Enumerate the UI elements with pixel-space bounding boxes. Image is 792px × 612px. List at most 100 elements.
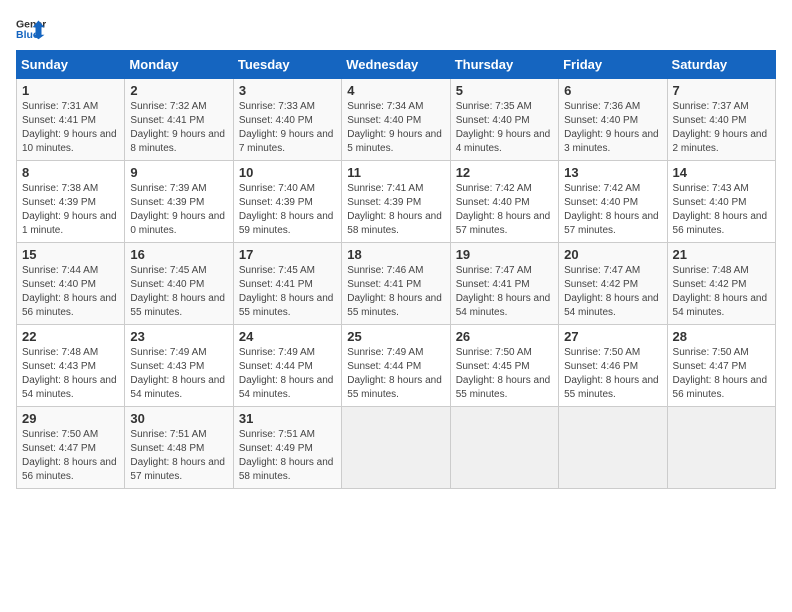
calendar-cell: 22 Sunrise: 7:48 AM Sunset: 4:43 PM Dayl… xyxy=(17,325,125,407)
day-number: 16 xyxy=(130,247,227,262)
calendar-cell xyxy=(667,407,775,489)
calendar-cell: 9 Sunrise: 7:39 AM Sunset: 4:39 PM Dayli… xyxy=(125,161,233,243)
calendar-cell: 2 Sunrise: 7:32 AM Sunset: 4:41 PM Dayli… xyxy=(125,79,233,161)
day-detail: Sunrise: 7:42 AM Sunset: 4:40 PM Dayligh… xyxy=(456,182,553,238)
day-number: 1 xyxy=(22,83,119,98)
calendar-cell: 4 Sunrise: 7:34 AM Sunset: 4:40 PM Dayli… xyxy=(342,79,450,161)
day-detail: Sunrise: 7:46 AM Sunset: 4:41 PM Dayligh… xyxy=(347,264,444,320)
day-detail: Sunrise: 7:40 AM Sunset: 4:39 PM Dayligh… xyxy=(239,182,336,238)
calendar-cell: 17 Sunrise: 7:45 AM Sunset: 4:41 PM Dayl… xyxy=(233,243,341,325)
calendar-cell: 26 Sunrise: 7:50 AM Sunset: 4:45 PM Dayl… xyxy=(450,325,558,407)
day-detail: Sunrise: 7:50 AM Sunset: 4:47 PM Dayligh… xyxy=(22,428,119,484)
day-number: 21 xyxy=(673,247,770,262)
day-detail: Sunrise: 7:31 AM Sunset: 4:41 PM Dayligh… xyxy=(22,100,119,156)
calendar-cell: 19 Sunrise: 7:47 AM Sunset: 4:41 PM Dayl… xyxy=(450,243,558,325)
calendar-cell: 18 Sunrise: 7:46 AM Sunset: 4:41 PM Dayl… xyxy=(342,243,450,325)
day-number: 23 xyxy=(130,329,227,344)
day-detail: Sunrise: 7:47 AM Sunset: 4:41 PM Dayligh… xyxy=(456,264,553,320)
week-row-1: 1 Sunrise: 7:31 AM Sunset: 4:41 PM Dayli… xyxy=(17,79,776,161)
header-tuesday: Tuesday xyxy=(233,51,341,79)
day-number: 3 xyxy=(239,83,336,98)
day-detail: Sunrise: 7:33 AM Sunset: 4:40 PM Dayligh… xyxy=(239,100,336,156)
logo: General Blue xyxy=(16,16,46,40)
header-sunday: Sunday xyxy=(17,51,125,79)
header-thursday: Thursday xyxy=(450,51,558,79)
header-saturday: Saturday xyxy=(667,51,775,79)
day-number: 7 xyxy=(673,83,770,98)
calendar-cell xyxy=(450,407,558,489)
day-number: 26 xyxy=(456,329,553,344)
day-detail: Sunrise: 7:34 AM Sunset: 4:40 PM Dayligh… xyxy=(347,100,444,156)
day-detail: Sunrise: 7:39 AM Sunset: 4:39 PM Dayligh… xyxy=(130,182,227,238)
day-number: 31 xyxy=(239,411,336,426)
day-detail: Sunrise: 7:48 AM Sunset: 4:43 PM Dayligh… xyxy=(22,346,119,402)
weekday-header-row: SundayMondayTuesdayWednesdayThursdayFrid… xyxy=(17,51,776,79)
calendar-cell: 15 Sunrise: 7:44 AM Sunset: 4:40 PM Dayl… xyxy=(17,243,125,325)
day-detail: Sunrise: 7:41 AM Sunset: 4:39 PM Dayligh… xyxy=(347,182,444,238)
day-number: 15 xyxy=(22,247,119,262)
day-detail: Sunrise: 7:32 AM Sunset: 4:41 PM Dayligh… xyxy=(130,100,227,156)
header-wednesday: Wednesday xyxy=(342,51,450,79)
calendar-cell: 23 Sunrise: 7:49 AM Sunset: 4:43 PM Dayl… xyxy=(125,325,233,407)
calendar-table: SundayMondayTuesdayWednesdayThursdayFrid… xyxy=(16,50,776,489)
week-row-5: 29 Sunrise: 7:50 AM Sunset: 4:47 PM Dayl… xyxy=(17,407,776,489)
day-number: 17 xyxy=(239,247,336,262)
calendar-cell: 13 Sunrise: 7:42 AM Sunset: 4:40 PM Dayl… xyxy=(559,161,667,243)
day-detail: Sunrise: 7:49 AM Sunset: 4:44 PM Dayligh… xyxy=(239,346,336,402)
day-number: 30 xyxy=(130,411,227,426)
day-detail: Sunrise: 7:45 AM Sunset: 4:41 PM Dayligh… xyxy=(239,264,336,320)
day-number: 14 xyxy=(673,165,770,180)
calendar-cell: 6 Sunrise: 7:36 AM Sunset: 4:40 PM Dayli… xyxy=(559,79,667,161)
calendar-cell: 7 Sunrise: 7:37 AM Sunset: 4:40 PM Dayli… xyxy=(667,79,775,161)
week-row-4: 22 Sunrise: 7:48 AM Sunset: 4:43 PM Dayl… xyxy=(17,325,776,407)
day-number: 13 xyxy=(564,165,661,180)
day-number: 12 xyxy=(456,165,553,180)
day-detail: Sunrise: 7:48 AM Sunset: 4:42 PM Dayligh… xyxy=(673,264,770,320)
svg-text:Blue: Blue xyxy=(16,29,39,40)
calendar-cell: 28 Sunrise: 7:50 AM Sunset: 4:47 PM Dayl… xyxy=(667,325,775,407)
day-detail: Sunrise: 7:50 AM Sunset: 4:47 PM Dayligh… xyxy=(673,346,770,402)
day-number: 6 xyxy=(564,83,661,98)
calendar-cell: 10 Sunrise: 7:40 AM Sunset: 4:39 PM Dayl… xyxy=(233,161,341,243)
day-number: 8 xyxy=(22,165,119,180)
day-number: 4 xyxy=(347,83,444,98)
header: General Blue xyxy=(16,16,776,40)
day-number: 19 xyxy=(456,247,553,262)
day-detail: Sunrise: 7:49 AM Sunset: 4:43 PM Dayligh… xyxy=(130,346,227,402)
day-detail: Sunrise: 7:47 AM Sunset: 4:42 PM Dayligh… xyxy=(564,264,661,320)
day-detail: Sunrise: 7:49 AM Sunset: 4:44 PM Dayligh… xyxy=(347,346,444,402)
calendar-cell: 25 Sunrise: 7:49 AM Sunset: 4:44 PM Dayl… xyxy=(342,325,450,407)
day-number: 9 xyxy=(130,165,227,180)
calendar-cell: 5 Sunrise: 7:35 AM Sunset: 4:40 PM Dayli… xyxy=(450,79,558,161)
day-number: 20 xyxy=(564,247,661,262)
day-detail: Sunrise: 7:43 AM Sunset: 4:40 PM Dayligh… xyxy=(673,182,770,238)
day-detail: Sunrise: 7:36 AM Sunset: 4:40 PM Dayligh… xyxy=(564,100,661,156)
day-number: 24 xyxy=(239,329,336,344)
day-number: 22 xyxy=(22,329,119,344)
calendar-cell: 8 Sunrise: 7:38 AM Sunset: 4:39 PM Dayli… xyxy=(17,161,125,243)
day-detail: Sunrise: 7:35 AM Sunset: 4:40 PM Dayligh… xyxy=(456,100,553,156)
day-detail: Sunrise: 7:42 AM Sunset: 4:40 PM Dayligh… xyxy=(564,182,661,238)
calendar-cell: 24 Sunrise: 7:49 AM Sunset: 4:44 PM Dayl… xyxy=(233,325,341,407)
day-number: 28 xyxy=(673,329,770,344)
calendar-cell: 29 Sunrise: 7:50 AM Sunset: 4:47 PM Dayl… xyxy=(17,407,125,489)
day-detail: Sunrise: 7:44 AM Sunset: 4:40 PM Dayligh… xyxy=(22,264,119,320)
calendar-cell: 1 Sunrise: 7:31 AM Sunset: 4:41 PM Dayli… xyxy=(17,79,125,161)
day-number: 11 xyxy=(347,165,444,180)
header-monday: Monday xyxy=(125,51,233,79)
day-number: 27 xyxy=(564,329,661,344)
logo-icon: General Blue xyxy=(16,16,46,40)
calendar-cell: 3 Sunrise: 7:33 AM Sunset: 4:40 PM Dayli… xyxy=(233,79,341,161)
calendar-cell: 27 Sunrise: 7:50 AM Sunset: 4:46 PM Dayl… xyxy=(559,325,667,407)
day-detail: Sunrise: 7:38 AM Sunset: 4:39 PM Dayligh… xyxy=(22,182,119,238)
calendar-cell: 31 Sunrise: 7:51 AM Sunset: 4:49 PM Dayl… xyxy=(233,407,341,489)
calendar-cell: 12 Sunrise: 7:42 AM Sunset: 4:40 PM Dayl… xyxy=(450,161,558,243)
week-row-2: 8 Sunrise: 7:38 AM Sunset: 4:39 PM Dayli… xyxy=(17,161,776,243)
day-detail: Sunrise: 7:51 AM Sunset: 4:49 PM Dayligh… xyxy=(239,428,336,484)
day-detail: Sunrise: 7:50 AM Sunset: 4:45 PM Dayligh… xyxy=(456,346,553,402)
calendar-cell: 16 Sunrise: 7:45 AM Sunset: 4:40 PM Dayl… xyxy=(125,243,233,325)
header-friday: Friday xyxy=(559,51,667,79)
calendar-cell xyxy=(559,407,667,489)
day-number: 18 xyxy=(347,247,444,262)
day-detail: Sunrise: 7:45 AM Sunset: 4:40 PM Dayligh… xyxy=(130,264,227,320)
